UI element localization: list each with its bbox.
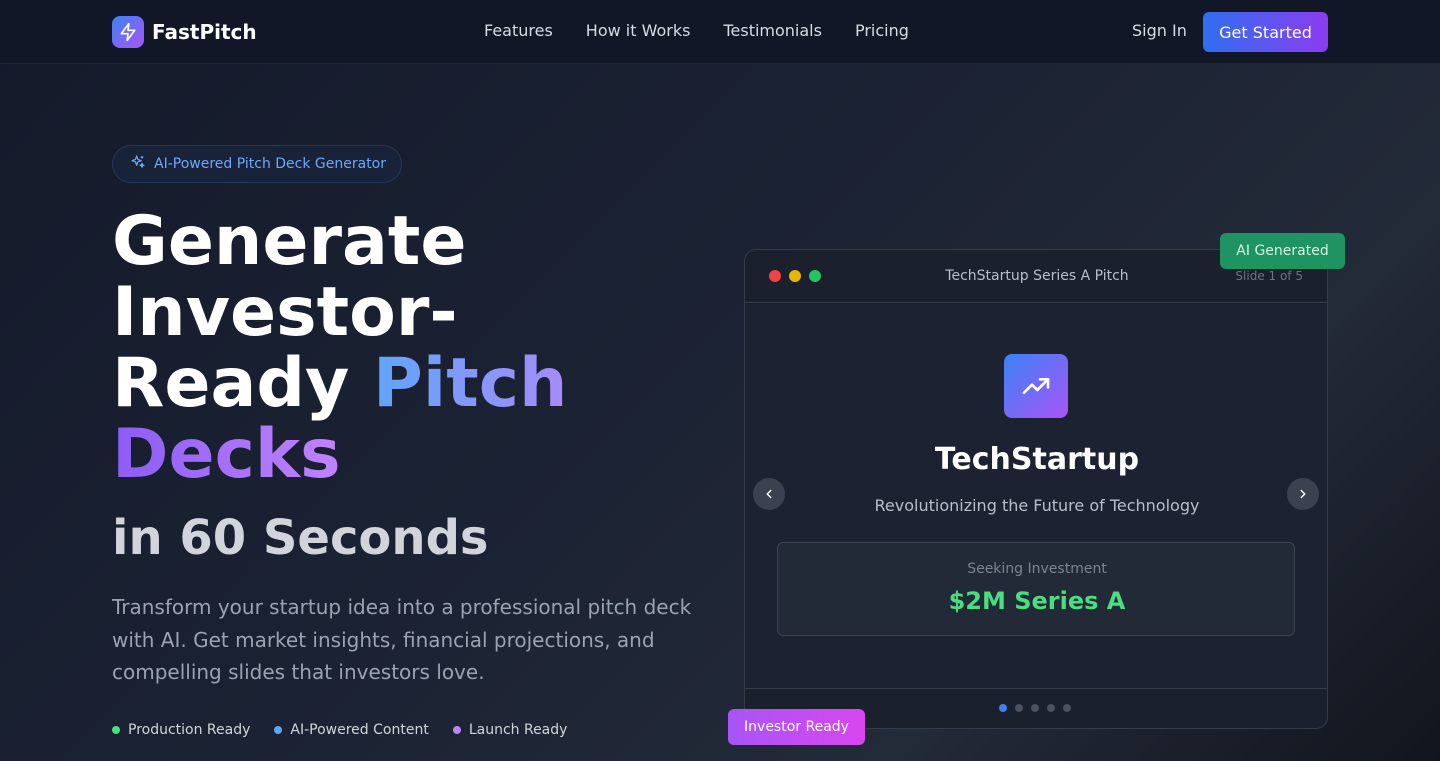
slide-pager — [999, 704, 1071, 712]
nav-link-pricing[interactable]: Pricing — [855, 21, 909, 40]
hero-subheadline: in 60 Seconds — [112, 510, 489, 566]
nav-links: Features How it Works Testimonials Prici… — [484, 21, 909, 40]
slide-dot-4[interactable] — [1047, 704, 1055, 712]
investment-value: $2M Series A — [948, 587, 1126, 615]
chevron-left-icon — [766, 489, 772, 499]
nav-link-features[interactable]: Features — [484, 21, 553, 40]
sparkles-icon — [130, 154, 146, 174]
status-dot-icon — [274, 726, 283, 734]
slide-subtitle: Revolutionizing the Future of Technology — [874, 496, 1200, 515]
prev-slide-button[interactable] — [753, 478, 785, 510]
pitch-deck-preview: TechStartup Series A Pitch Slide 1 of 5 … — [744, 249, 1328, 729]
headline-accent-decks: Decks — [112, 415, 341, 494]
slide-dot-1[interactable] — [999, 704, 1007, 712]
feature-pill: Launch Ready — [452, 722, 568, 738]
feature-pill-label: Launch Ready — [468, 722, 568, 738]
get-started-button[interactable]: Get Started — [1203, 12, 1328, 52]
chevron-right-icon — [1300, 489, 1306, 499]
headline-accent-pitch: Pitch — [373, 344, 568, 423]
slide-title: TechStartup — [934, 442, 1140, 477]
feature-pills: Production Ready AI-Powered Content Laun… — [112, 722, 567, 738]
investment-label: Seeking Investment — [967, 561, 1107, 577]
slide-dot-3[interactable] — [1031, 704, 1039, 712]
trending-up-icon — [1004, 354, 1068, 418]
next-slide-button[interactable] — [1287, 478, 1319, 510]
brand-logo[interactable]: FastPitch — [112, 16, 257, 48]
feature-pill-label: Production Ready — [128, 722, 251, 738]
ai-generated-badge: AI Generated — [1220, 233, 1345, 269]
slide-content: TechStartup Revolutionizing the Future o… — [745, 304, 1327, 688]
hero-badge-label: AI-Powered Pitch Deck Generator — [154, 156, 387, 172]
status-dot-icon — [112, 726, 120, 734]
feature-pill: Production Ready — [112, 722, 250, 738]
sign-in-link[interactable]: Sign In — [1132, 21, 1187, 40]
investor-ready-badge: Investor Ready — [728, 709, 865, 745]
hero-badge: AI-Powered Pitch Deck Generator — [112, 145, 402, 183]
slide-counter: Slide 1 of 5 — [1235, 269, 1303, 283]
hero-description: Transform your startup idea into a profe… — [112, 595, 692, 684]
nav-link-how-it-works[interactable]: How it Works — [586, 21, 691, 40]
slide-dot-2[interactable] — [1015, 704, 1023, 712]
brand-name: FastPitch — [152, 20, 257, 44]
investment-card: Seeking Investment $2M Series A — [777, 542, 1295, 636]
hero-headline: Generate Investor- Ready Pitch Decks — [112, 206, 712, 490]
headline-line-1: Generate — [112, 202, 467, 281]
slide-dot-5[interactable] — [1063, 704, 1071, 712]
feature-pill: AI-Powered Content — [274, 722, 429, 738]
headline-line-3: Ready — [112, 344, 374, 423]
lightning-icon — [112, 16, 144, 48]
top-navbar: FastPitch Features How it Works Testimon… — [0, 0, 1440, 64]
status-dot-icon — [452, 726, 461, 734]
feature-pill-label: AI-Powered Content — [290, 722, 429, 738]
headline-line-2: Investor- — [112, 273, 458, 352]
nav-link-testimonials[interactable]: Testimonials — [723, 21, 822, 40]
